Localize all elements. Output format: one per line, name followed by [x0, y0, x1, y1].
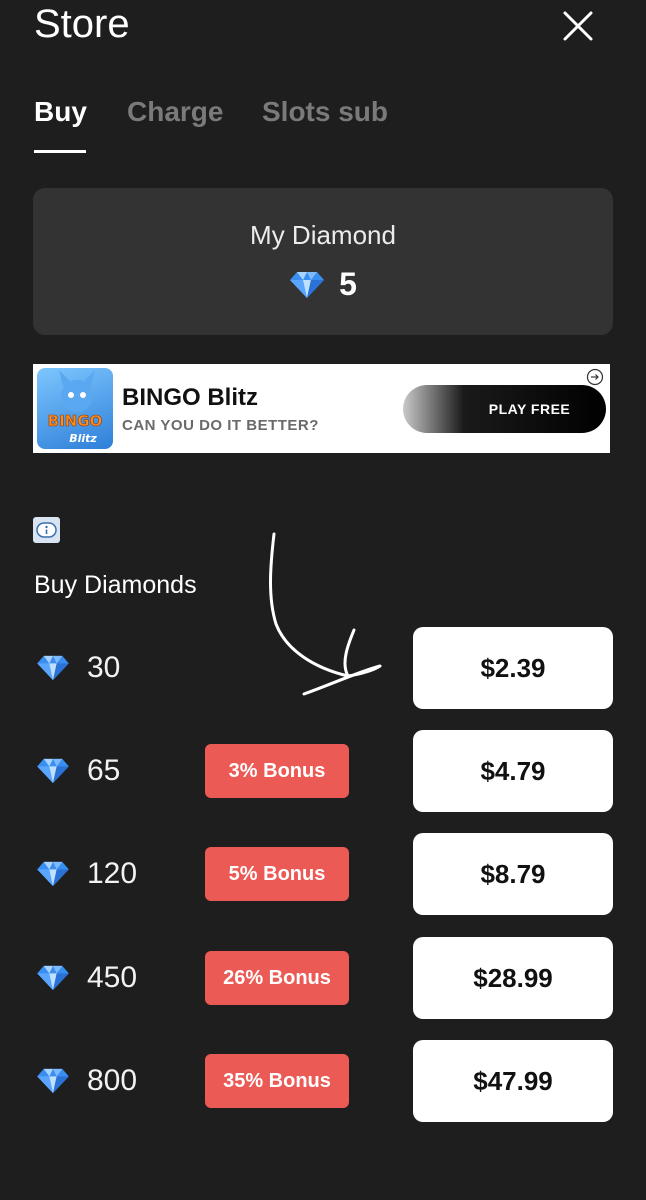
info-icon[interactable]	[33, 517, 60, 543]
ad-subtitle: CAN YOU DO IT BETTER?	[122, 417, 319, 434]
tab-slots-sub[interactable]: Slots sub	[262, 96, 388, 128]
price-button[interactable]: $8.79	[413, 833, 613, 915]
bonus-badge: 5% Bonus	[205, 847, 349, 901]
package-amount: 800	[87, 1064, 138, 1097]
ad-choices-icon[interactable]	[586, 368, 604, 386]
balance-row: 5	[33, 266, 613, 303]
close-button[interactable]	[560, 8, 596, 44]
price-button[interactable]: $2.39	[413, 627, 613, 709]
package-amount: 120	[87, 857, 138, 890]
bonus-badge: 3% Bonus	[205, 744, 349, 798]
price-button[interactable]: $4.79	[413, 730, 613, 812]
diamond-icon	[37, 758, 69, 784]
package-amount: 30	[87, 651, 121, 684]
bonus-badge: 35% Bonus	[205, 1054, 349, 1108]
header: Store	[0, 0, 646, 60]
price-button[interactable]: $28.99	[413, 937, 613, 1019]
package-row: 65 3% Bonus $4.79	[0, 730, 646, 814]
diamond-icon	[290, 271, 325, 298]
diamond-icon	[37, 655, 69, 681]
active-tab-indicator	[34, 150, 86, 153]
diamond-icon	[37, 861, 69, 887]
balance-label: My Diamond	[250, 220, 396, 250]
price-button[interactable]: $47.99	[413, 1040, 613, 1122]
bonus-badge: 26% Bonus	[205, 951, 349, 1005]
buy-diamonds-heading: Buy Diamonds	[34, 571, 197, 599]
package-row: 450 26% Bonus $28.99	[0, 937, 646, 1021]
ad-play-free-button[interactable]: PLAY FREE	[403, 385, 606, 433]
svg-text:Blitz: Blitz	[69, 432, 97, 445]
balance-value: 5	[339, 266, 357, 302]
diamond-icon	[37, 965, 69, 991]
package-amount: 65	[87, 754, 121, 787]
ad-app-logo: BINGO Blitz	[37, 368, 113, 449]
close-icon[interactable]	[560, 8, 596, 44]
diamond-icon	[37, 1068, 69, 1094]
ad-banner[interactable]: BINGO Blitz BINGO Blitz CAN YOU DO IT BE…	[33, 364, 610, 453]
tab-buy[interactable]: Buy	[34, 96, 87, 128]
package-row: 30 $2.39	[0, 627, 646, 711]
package-amount: 450	[87, 961, 138, 994]
diamond-balance-card: My Diamond 5	[33, 188, 613, 335]
svg-text:BINGO: BINGO	[48, 412, 103, 430]
page-title: Store	[34, 2, 130, 46]
package-row: 120 5% Bonus $8.79	[0, 833, 646, 917]
tab-charge[interactable]: Charge	[127, 96, 223, 128]
tab-bar: Buy Charge Slots sub	[34, 96, 614, 156]
ad-title: BINGO Blitz	[122, 384, 258, 411]
package-row: 800 35% Bonus $47.99	[0, 1040, 646, 1124]
